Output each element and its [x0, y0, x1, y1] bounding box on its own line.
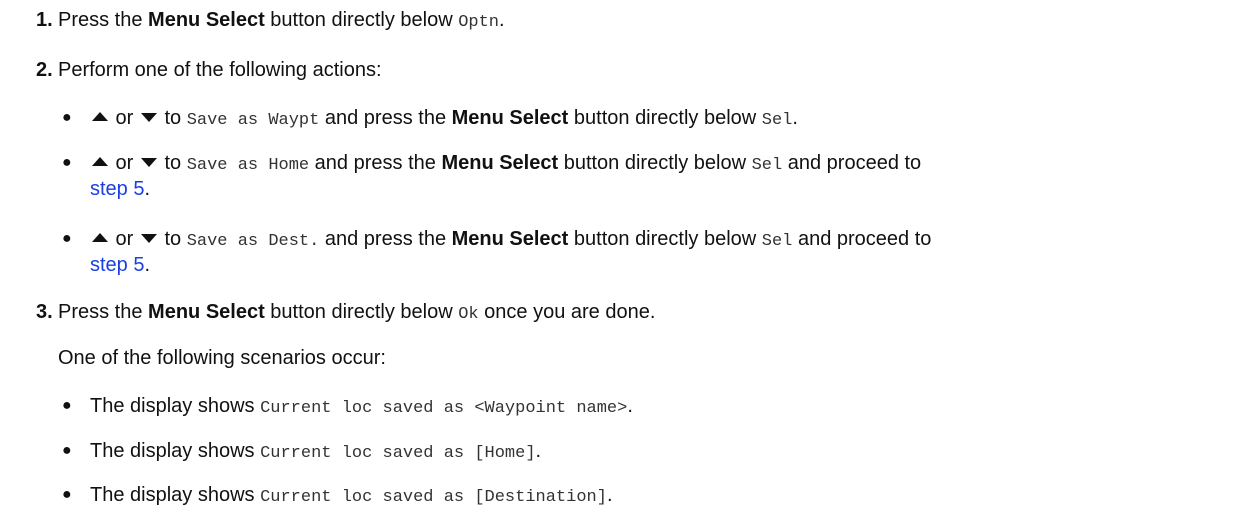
- bullet-icon: ●: [62, 230, 72, 247]
- option-text: or to Save as Dest. and press the Menu S…: [90, 226, 931, 255]
- procedure-page: 1. Press the Menu Select button directly…: [36, 9, 932, 507]
- menu-select-label: Menu Select: [148, 301, 265, 323]
- menu-select-label: Menu Select: [441, 152, 559, 174]
- step-text: Perform one of the following actions:: [58, 59, 382, 81]
- up-arrow-icon: [92, 233, 108, 243]
- code-text: Current loc saved as <Waypoint name>: [260, 399, 628, 418]
- code-text: Save as Home: [186, 156, 310, 175]
- code-text: Sel: [761, 111, 793, 130]
- code-text: Sel: [751, 156, 783, 175]
- code-text: Current loc saved as [Destination]: [260, 488, 607, 507]
- bullet-icon: ●: [62, 486, 72, 503]
- code-text: Save as Dest.: [186, 232, 320, 251]
- down-arrow-icon: [140, 113, 157, 123]
- code-text: Current loc saved as [Home]: [260, 444, 536, 463]
- step-text: Press the Menu Select button directly be…: [58, 9, 505, 32]
- bullet-icon: ●: [62, 154, 72, 171]
- code-text: Sel: [761, 232, 793, 251]
- step-5-link[interactable]: step 5: [90, 254, 144, 276]
- down-arrow-icon: [140, 158, 157, 168]
- bullet-icon: ●: [62, 442, 72, 459]
- step-5-link[interactable]: step 5: [90, 178, 144, 200]
- code-text: Save as Waypt: [186, 111, 320, 130]
- bullet-icon: ●: [62, 109, 72, 126]
- option-text: or to Save as Waypt and press the Menu S…: [90, 105, 798, 134]
- up-arrow-icon: [92, 157, 108, 167]
- code-text: Ok: [458, 305, 479, 324]
- up-arrow-icon: [92, 112, 108, 122]
- bullet-icon: ●: [62, 397, 72, 414]
- code-text: Optn: [458, 13, 499, 32]
- menu-select-label: Menu Select: [451, 107, 569, 129]
- menu-select-label: Menu Select: [451, 228, 569, 250]
- step-text: Press the Menu Select button directly be…: [58, 301, 656, 324]
- option-text: or to Save as Home and press the Menu Se…: [90, 150, 921, 179]
- menu-select-label: Menu Select: [148, 9, 265, 31]
- down-arrow-icon: [140, 234, 157, 244]
